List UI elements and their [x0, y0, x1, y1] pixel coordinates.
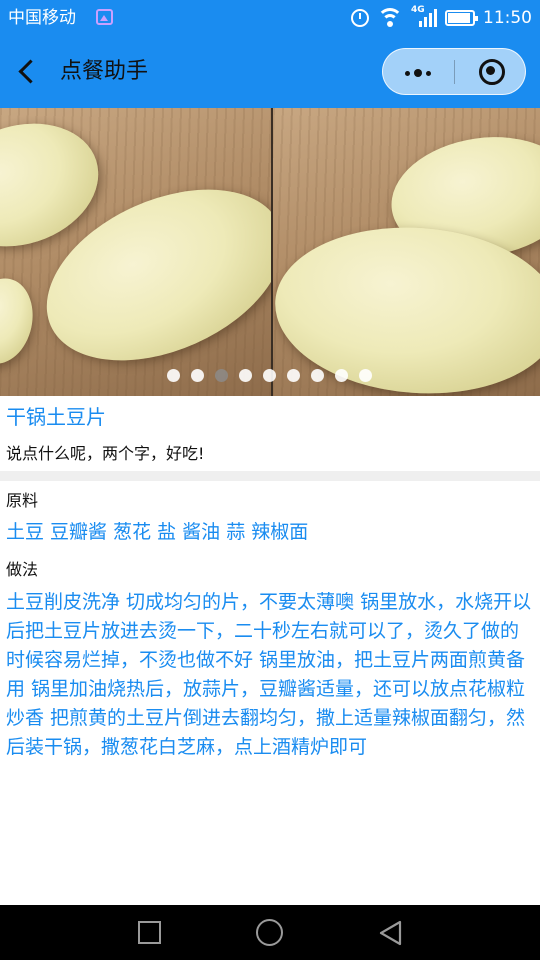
method-text: 土豆削皮洗净 切成均匀的片，不要太薄噢 锅里放水，水烧开以后把土豆片放进去烫一下… — [6, 591, 532, 758]
carousel-dot[interactable] — [263, 369, 276, 382]
gallery-icon — [96, 9, 113, 25]
triangle-nav-icon[interactable] — [378, 920, 402, 946]
circle-nav-icon[interactable] — [256, 919, 283, 946]
dish-name: 干锅土豆片 — [6, 405, 106, 429]
carousel-dot[interactable] — [167, 369, 180, 382]
page-title: 点餐助手 — [60, 59, 149, 84]
wifi-icon — [377, 8, 403, 28]
system-nav-bar — [0, 905, 540, 960]
nav-bar: 点餐助手 — [0, 36, 540, 108]
ingredients-label: 原料 — [6, 491, 39, 510]
back-arrow-icon[interactable] — [16, 58, 42, 86]
more-menu-button[interactable] — [383, 49, 454, 94]
carousel-dot[interactable] — [359, 369, 372, 382]
close-target-icon[interactable] — [455, 49, 525, 94]
carousel-dot[interactable] — [311, 369, 324, 382]
ingredients-list: 土豆 豆瓣酱 葱花 盐 酱油 蒜 辣椒面 — [6, 521, 309, 543]
status-bar: 中国移动 4G 11:50 — [0, 0, 540, 36]
dish-image-carousel[interactable] — [0, 108, 540, 396]
section-separator — [0, 471, 540, 481]
carousel-dot[interactable] — [239, 369, 252, 382]
method-label: 做法 — [6, 560, 39, 579]
status-time: 11:50 — [483, 8, 532, 28]
dish-photo — [273, 108, 540, 396]
dish-photo — [0, 108, 271, 396]
carousel-indicators — [0, 368, 540, 384]
alarm-icon — [351, 9, 369, 27]
status-icons: 4G 11:50 — [351, 5, 532, 30]
battery-icon — [445, 10, 478, 26]
square-nav-icon[interactable] — [138, 921, 161, 944]
carousel-dot[interactable] — [335, 369, 348, 382]
signal-icon: 4G — [411, 5, 437, 29]
mini-program-capsule — [382, 48, 526, 95]
dish-description: 说点什么呢，两个字，好吃! — [6, 444, 205, 463]
carousel-dot-active[interactable] — [215, 369, 228, 382]
carousel-dot[interactable] — [287, 369, 300, 382]
carousel-dot[interactable] — [191, 369, 204, 382]
carrier-name: 中国移动 — [8, 8, 76, 28]
more-dots-icon — [405, 69, 431, 77]
